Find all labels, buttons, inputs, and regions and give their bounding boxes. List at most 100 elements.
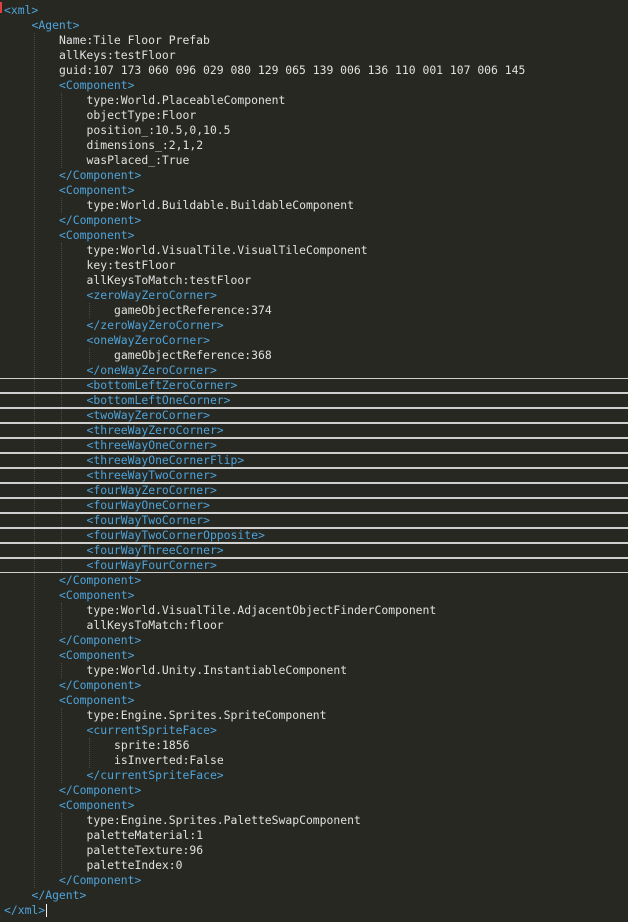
xml-value: type:Engine.Sprites.SpriteComponent xyxy=(86,708,327,722)
code-line[interactable]: </xml> xyxy=(0,903,628,918)
code-line[interactable]: </Component> xyxy=(0,678,628,693)
xml-value: position_:10.5,0,10.5 xyxy=(86,123,231,137)
code-line[interactable]: <Component> xyxy=(0,693,628,708)
code-line[interactable]: <bottomLeftZeroCorner> xyxy=(0,378,628,393)
code-line[interactable]: type:Engine.Sprites.PaletteSwapComponent xyxy=(0,813,628,828)
code-line[interactable]: <fourWayZeroCorner> xyxy=(0,483,628,498)
xml-tag: </xml> xyxy=(4,903,46,917)
code-line[interactable]: paletteTexture:96 xyxy=(0,843,628,858)
xml-tag: <twoWayZeroCorner> xyxy=(86,408,210,422)
xml-tag: </Component> xyxy=(59,783,142,797)
code-line[interactable]: allKeysToMatch:floor xyxy=(0,618,628,633)
xml-value: guid:107 173 060 096 029 080 129 065 139… xyxy=(59,63,526,77)
xml-tag: </Component> xyxy=(59,573,142,587)
xml-value: type:World.VisualTile.VisualTileComponen… xyxy=(86,243,368,257)
code-line[interactable]: </Component> xyxy=(0,783,628,798)
code-line[interactable]: </Component> xyxy=(0,213,628,228)
code-line[interactable]: </Component> xyxy=(0,873,628,888)
code-line[interactable]: <Agent> xyxy=(0,18,628,33)
code-line[interactable]: type:World.Unity.InstantiableComponent xyxy=(0,663,628,678)
xml-value: paletteTexture:96 xyxy=(86,843,204,857)
xml-tag: <Component> xyxy=(59,798,135,812)
xml-value: key:testFloor xyxy=(86,258,176,272)
xml-tag: <xml> xyxy=(4,3,39,17)
code-line[interactable]: dimensions_:2,1,2 xyxy=(0,138,628,153)
xml-value: Name:Tile Floor Prefab xyxy=(59,33,210,47)
xml-value: allKeysToMatch:floor xyxy=(86,618,224,632)
xml-value: type:World.VisualTile.AdjacentObjectFind… xyxy=(86,603,437,617)
code-line[interactable]: </zeroWayZeroCorner> xyxy=(0,318,628,333)
code-line[interactable]: gameObjectReference:368 xyxy=(0,348,628,363)
code-line[interactable]: position_:10.5,0,10.5 xyxy=(0,123,628,138)
xml-tag: <Component> xyxy=(59,693,135,707)
code-line[interactable]: <twoWayZeroCorner> xyxy=(0,408,628,423)
code-line[interactable]: <fourWayFourCorner> xyxy=(0,558,628,573)
code-line[interactable]: <fourWayTwoCorner> xyxy=(0,513,628,528)
code-line[interactable]: type:World.Buildable.BuildableComponent xyxy=(0,198,628,213)
code-line[interactable]: sprite:1856 xyxy=(0,738,628,753)
code-line[interactable]: objectType:Floor xyxy=(0,108,628,123)
code-line[interactable]: type:World.VisualTile.VisualTileComponen… xyxy=(0,243,628,258)
xml-tag: </Agent> xyxy=(31,888,87,902)
code-line[interactable]: <zeroWayZeroCorner> xyxy=(0,288,628,303)
code-line[interactable]: <Component> xyxy=(0,798,628,813)
code-line[interactable]: </Component> xyxy=(0,168,628,183)
code-line[interactable]: <Component> xyxy=(0,648,628,663)
xml-tag: </Component> xyxy=(59,213,142,227)
code-line[interactable]: <bottomLeftOneCorner> xyxy=(0,393,628,408)
code-line[interactable]: type:Engine.Sprites.SpriteComponent xyxy=(0,708,628,723)
code-line[interactable]: <Component> xyxy=(0,78,628,93)
xml-value: allKeys:testFloor xyxy=(59,48,176,62)
code-line[interactable]: <Component> xyxy=(0,183,628,198)
xml-value: paletteMaterial:1 xyxy=(86,828,204,842)
code-line[interactable]: <fourWayThreeCorner> xyxy=(0,543,628,558)
code-editor[interactable]: <xml> <Agent> Name:Tile Floor Prefab allKey… xyxy=(0,0,628,922)
xml-value: type:World.Buildable.BuildableComponent xyxy=(86,198,354,212)
code-line[interactable]: <threeWayOneCornerFlip> xyxy=(0,453,628,468)
code-line[interactable]: allKeysToMatch:testFloor xyxy=(0,273,628,288)
code-line[interactable]: <xml> xyxy=(0,3,628,18)
code-line[interactable]: </Agent> xyxy=(0,888,628,903)
xml-value: gameObjectReference:368 xyxy=(114,348,272,362)
xml-tag: <fourWayTwoCorner> xyxy=(86,513,210,527)
code-line[interactable]: </currentSpriteFace> xyxy=(0,768,628,783)
code-line[interactable]: </Component> xyxy=(0,633,628,648)
code-line[interactable]: <fourWayOneCorner> xyxy=(0,498,628,513)
code-line[interactable]: <Component> xyxy=(0,228,628,243)
code-line[interactable]: isInverted:False xyxy=(0,753,628,768)
xml-value: sprite:1856 xyxy=(114,738,190,752)
code-line[interactable]: <Component> xyxy=(0,588,628,603)
xml-tag: <threeWayTwoCorner> xyxy=(86,468,217,482)
xml-value: allKeysToMatch:testFloor xyxy=(86,273,252,287)
code-line[interactable]: <threeWayZeroCorner> xyxy=(0,423,628,438)
code-line[interactable]: key:testFloor xyxy=(0,258,628,273)
xml-tag: </currentSpriteFace> xyxy=(86,768,224,782)
xml-value: gameObjectReference:374 xyxy=(114,303,272,317)
code-line[interactable]: <oneWayZeroCorner> xyxy=(0,333,628,348)
code-line[interactable]: allKeys:testFloor xyxy=(0,48,628,63)
code-line[interactable]: </oneWayZeroCorner> xyxy=(0,363,628,378)
code-line[interactable]: type:World.VisualTile.AdjacentObjectFind… xyxy=(0,603,628,618)
code-line[interactable]: type:World.PlaceableComponent xyxy=(0,93,628,108)
xml-tag: <oneWayZeroCorner> xyxy=(86,333,210,347)
xml-tag: <threeWayZeroCorner> xyxy=(86,423,224,437)
xml-tag: <fourWayOneCorner> xyxy=(86,498,210,512)
xml-value: paletteIndex:0 xyxy=(86,858,183,872)
xml-value: type:Engine.Sprites.PaletteSwapComponent xyxy=(86,813,361,827)
xml-value: type:World.PlaceableComponent xyxy=(86,93,286,107)
code-line[interactable]: guid:107 173 060 096 029 080 129 065 139… xyxy=(0,63,628,78)
code-line[interactable]: <threeWayTwoCorner> xyxy=(0,468,628,483)
code-line[interactable]: paletteIndex:0 xyxy=(0,858,628,873)
code-line[interactable]: gameObjectReference:374 xyxy=(0,303,628,318)
code-line[interactable]: Name:Tile Floor Prefab xyxy=(0,33,628,48)
xml-tag: <Component> xyxy=(59,228,135,242)
code-line[interactable]: paletteMaterial:1 xyxy=(0,828,628,843)
code-line[interactable]: wasPlaced_:True xyxy=(0,153,628,168)
code-line[interactable]: </Component> xyxy=(0,573,628,588)
xml-value: type:World.Unity.InstantiableComponent xyxy=(86,663,348,677)
code-line[interactable]: <threeWayOneCorner> xyxy=(0,438,628,453)
xml-tag: </oneWayZeroCorner> xyxy=(86,363,217,377)
code-line[interactable]: <fourWayTwoCornerOpposite> xyxy=(0,528,628,543)
code-line[interactable]: <currentSpriteFace> xyxy=(0,723,628,738)
xml-value: wasPlaced_:True xyxy=(86,153,190,167)
